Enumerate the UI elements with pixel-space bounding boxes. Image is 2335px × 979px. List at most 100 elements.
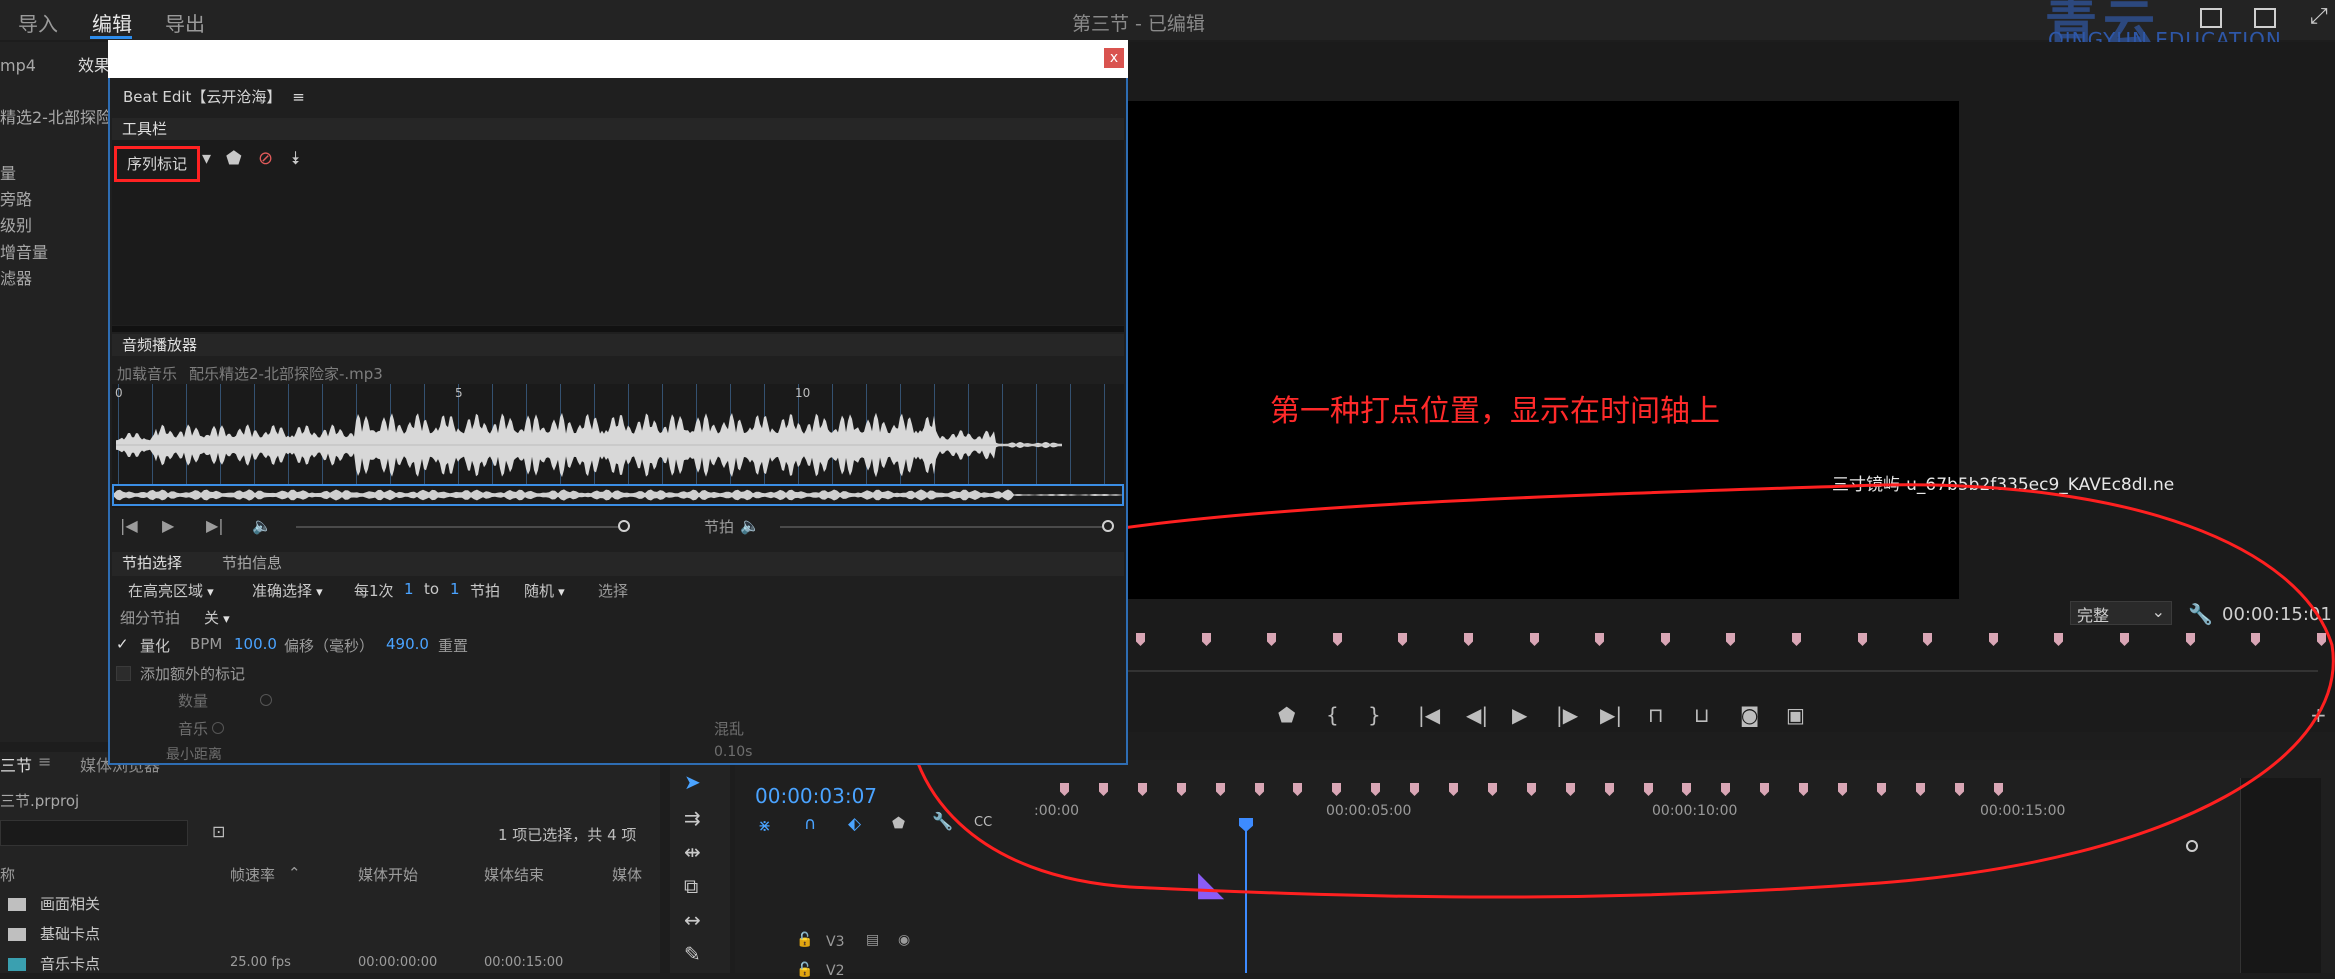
dialog-titlebar[interactable] — [108, 40, 1128, 78]
beat-volume-slider[interactable] — [780, 526, 1108, 528]
lock-icon[interactable]: 🔓 — [796, 962, 813, 978]
music-label: 音乐 — [178, 720, 209, 738]
linked-select-icon[interactable]: ⬖ — [848, 814, 861, 834]
new-bin-icon[interactable]: ⊡ — [212, 822, 225, 841]
subdivide-value: 关 — [204, 609, 230, 627]
to-value[interactable]: 1 — [450, 580, 460, 598]
item-name: 画面相关 — [40, 895, 101, 913]
wave-number: 5 — [455, 386, 463, 400]
subdivide-select[interactable]: 关 — [204, 607, 230, 628]
effect-item[interactable]: 增音量 — [0, 239, 48, 263]
beat-volume-label: 节拍 — [704, 518, 735, 536]
min-distance-value[interactable]: 0.10s — [714, 744, 752, 760]
list-item[interactable]: 画面相关 — [8, 893, 100, 914]
menu-import[interactable]: 导入 — [18, 8, 58, 37]
previous-icon[interactable]: |◀ — [120, 516, 138, 535]
ripple-edit-icon[interactable]: ⇹ — [684, 840, 701, 864]
snap-icon[interactable]: ∩ — [804, 814, 816, 834]
selection-tool-icon[interactable]: ➤ — [684, 770, 701, 794]
dialog-divider — [112, 326, 1124, 332]
film-icon[interactable]: ▤ — [866, 932, 879, 948]
split-marker-icon[interactable]: ⯯ — [290, 148, 301, 169]
slip-icon[interactable]: ↔ — [684, 908, 701, 932]
volume-icon[interactable]: 🔈 — [252, 516, 272, 535]
restore-window-icon[interactable] — [2200, 8, 2222, 28]
nest-icon[interactable]: ⋇ — [758, 816, 771, 835]
item-name: 基础卡点 — [40, 925, 101, 943]
beat-volume-knob[interactable] — [1102, 520, 1114, 532]
section-toolbar: 工具栏 — [112, 118, 1124, 140]
quantize-checkbox[interactable]: ✓ — [116, 635, 129, 653]
col-media-end[interactable]: 媒体结束 — [484, 864, 544, 885]
tab-beat-select[interactable]: 节拍选择 — [122, 554, 182, 572]
eye-icon[interactable]: ◉ — [898, 932, 910, 948]
region-select[interactable]: 在高亮区域 — [128, 580, 214, 601]
bpm-value[interactable]: 100.0 — [234, 635, 277, 653]
volume-slider[interactable] — [296, 526, 622, 528]
lock-icon[interactable]: 🔓 — [796, 932, 813, 948]
overview-waveform-shape — [114, 489, 1122, 501]
wave-number: 10 — [795, 386, 811, 400]
from-value[interactable]: 1 — [404, 580, 414, 598]
annotation-text: 第一种打点位置，显示在时间轴上 — [1270, 394, 1720, 429]
pen-icon[interactable]: ✎ — [684, 942, 701, 966]
col-media-start[interactable]: 媒体开始 — [358, 864, 418, 885]
tab-project[interactable]: 三节 — [0, 752, 32, 776]
col-fps[interactable]: 帧速率 — [230, 864, 275, 885]
effect-item[interactable]: 量 — [0, 160, 16, 184]
dialog-title: Beat Edit【云开沧海】 ≡ — [123, 86, 305, 107]
effect-item[interactable]: 滤器 — [0, 265, 32, 289]
volume-slider-knob[interactable] — [618, 520, 630, 532]
panel-tab-effects[interactable]: 效果 — [78, 52, 110, 76]
load-music-link[interactable]: 加载音乐 — [117, 365, 177, 383]
music-slider-knob[interactable] — [212, 722, 224, 734]
precision-select[interactable]: 准确选择 — [252, 580, 323, 601]
col-name[interactable]: 称 — [0, 864, 15, 885]
menu-edit[interactable]: 编辑 — [92, 8, 132, 37]
project-search-input[interactable] — [0, 820, 188, 846]
effect-item[interactable]: 旁路 — [0, 186, 32, 210]
menu-icon[interactable]: ≡ — [292, 88, 305, 106]
tab-menu-icon[interactable]: ≡ — [38, 752, 51, 771]
random-select[interactable]: 随机 — [524, 580, 565, 601]
timeline-timecode[interactable]: 00:00:03:07 — [755, 784, 877, 808]
remove-marker-icon[interactable]: ⊘ — [258, 148, 273, 169]
panel-tab-file[interactable]: mp4 — [0, 56, 36, 75]
beat-tabs: 节拍选择 节拍信息 — [112, 552, 1124, 576]
chevron-down-icon[interactable]: ▾ — [202, 148, 211, 169]
sort-up-icon[interactable]: ⌃ — [288, 864, 301, 882]
mix-label: 混乱 — [714, 720, 745, 738]
volume-icon[interactable]: 🔈 — [740, 516, 760, 535]
tab-beat-info[interactable]: 节拍信息 — [222, 554, 282, 572]
expand-icon[interactable]: ⤢ — [2310, 4, 2328, 29]
list-item[interactable]: 音乐卡点 — [8, 953, 100, 974]
reset-button[interactable]: 重置 — [438, 635, 468, 656]
beat-unit-label: 节拍 — [470, 582, 501, 600]
selection-info: 1 项已选择，共 4 项 — [498, 826, 637, 844]
sequence-marker-button[interactable]: 序列标记 — [114, 146, 200, 182]
item-start: 00:00:00:00 — [358, 955, 438, 970]
marker-icon[interactable]: ⬟ — [226, 148, 242, 169]
list-item[interactable]: 基础卡点 — [8, 923, 100, 944]
next-icon[interactable]: ▶| — [206, 516, 224, 535]
item-name: 音乐卡点 — [40, 955, 101, 973]
bpm-label: BPM — [190, 635, 223, 653]
waveform-overview[interactable] — [112, 484, 1124, 506]
select-button[interactable]: 选择 — [598, 580, 628, 601]
offset-value[interactable]: 490.0 — [386, 635, 429, 653]
col-media[interactable]: 媒体 — [612, 864, 642, 885]
offset-label: 偏移（毫秒） — [284, 637, 375, 655]
extra-marker-checkbox[interactable] — [116, 666, 131, 681]
close-button[interactable]: x — [1104, 48, 1124, 68]
effect-item[interactable]: 级别 — [0, 212, 32, 236]
track-select-icon[interactable]: ⇉ — [684, 806, 701, 830]
razor-icon[interactable]: ⧉ — [684, 874, 698, 898]
count-slider-knob[interactable] — [260, 694, 272, 706]
menu-export[interactable]: 导出 — [165, 8, 205, 37]
every-label: 每1次 — [354, 582, 394, 600]
effect-controls-panel — [0, 42, 108, 742]
maximize-window-icon[interactable] — [2254, 8, 2276, 28]
section-audio-player: 音频播放器 — [112, 334, 1124, 356]
play-icon[interactable]: ▶ — [162, 516, 174, 535]
audio-waveform — [116, 412, 1062, 478]
